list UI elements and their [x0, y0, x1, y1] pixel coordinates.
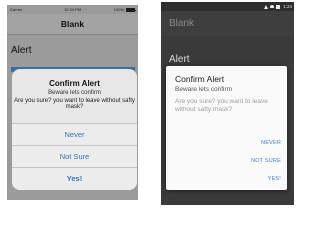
- ios-alert-message: Are you sure? you want to leave without …: [14, 98, 135, 110]
- android-status-icons: [264, 2, 280, 11]
- signal-icon: [264, 4, 268, 9]
- android-alert-title: Confirm Alert: [175, 74, 225, 84]
- comparison-stage: Carrier 12:34 PM 100% Blank Alert Confir…: [0, 0, 300, 207]
- ios-not-sure-button[interactable]: Not Sure: [12, 145, 137, 167]
- android-never-button[interactable]: NEVER: [261, 140, 281, 146]
- android-status-bar: 1:24: [161, 2, 294, 11]
- ios-phone-screen: Carrier 12:34 PM 100% Blank Alert Confir…: [7, 5, 138, 200]
- android-alert-message: Are you sure? you want to leave without …: [175, 98, 268, 113]
- ios-alert-dialog: Confirm Alert Beware lets confirm Are yo…: [12, 69, 137, 190]
- android-alert-subtitle: Beware lets confirm: [175, 86, 233, 93]
- android-yes-button[interactable]: YES!: [268, 176, 281, 182]
- android-phone-screen: 1:24 Blank Alert Confirm Alert Beware le…: [161, 2, 294, 205]
- ios-alert-subtitle: Beware lets confirm: [48, 90, 101, 96]
- ios-status-bar: Carrier 12:34 PM 100%: [7, 5, 138, 14]
- android-status-time: 1:24: [283, 4, 292, 9]
- ios-battery-percent: 100%: [113, 7, 124, 12]
- ios-nav-title: Blank: [7, 14, 138, 35]
- ios-battery-group: 100%: [113, 5, 136, 14]
- android-content-label: Alert: [169, 54, 190, 65]
- android-not-sure-button[interactable]: NOT SURE: [251, 158, 281, 164]
- ios-alert-title: Confirm Alert: [49, 79, 100, 88]
- android-alert-dialog: Confirm Alert Beware lets confirm Are yo…: [166, 66, 287, 190]
- battery-icon: [126, 7, 136, 12]
- ios-yes-button[interactable]: Yes!: [12, 167, 137, 190]
- battery-icon: [276, 4, 280, 9]
- android-toolbar-title: Blank: [161, 11, 294, 36]
- ios-never-button[interactable]: Never: [12, 123, 137, 145]
- ios-content-label: Alert: [11, 45, 32, 56]
- wifi-icon: [270, 5, 274, 8]
